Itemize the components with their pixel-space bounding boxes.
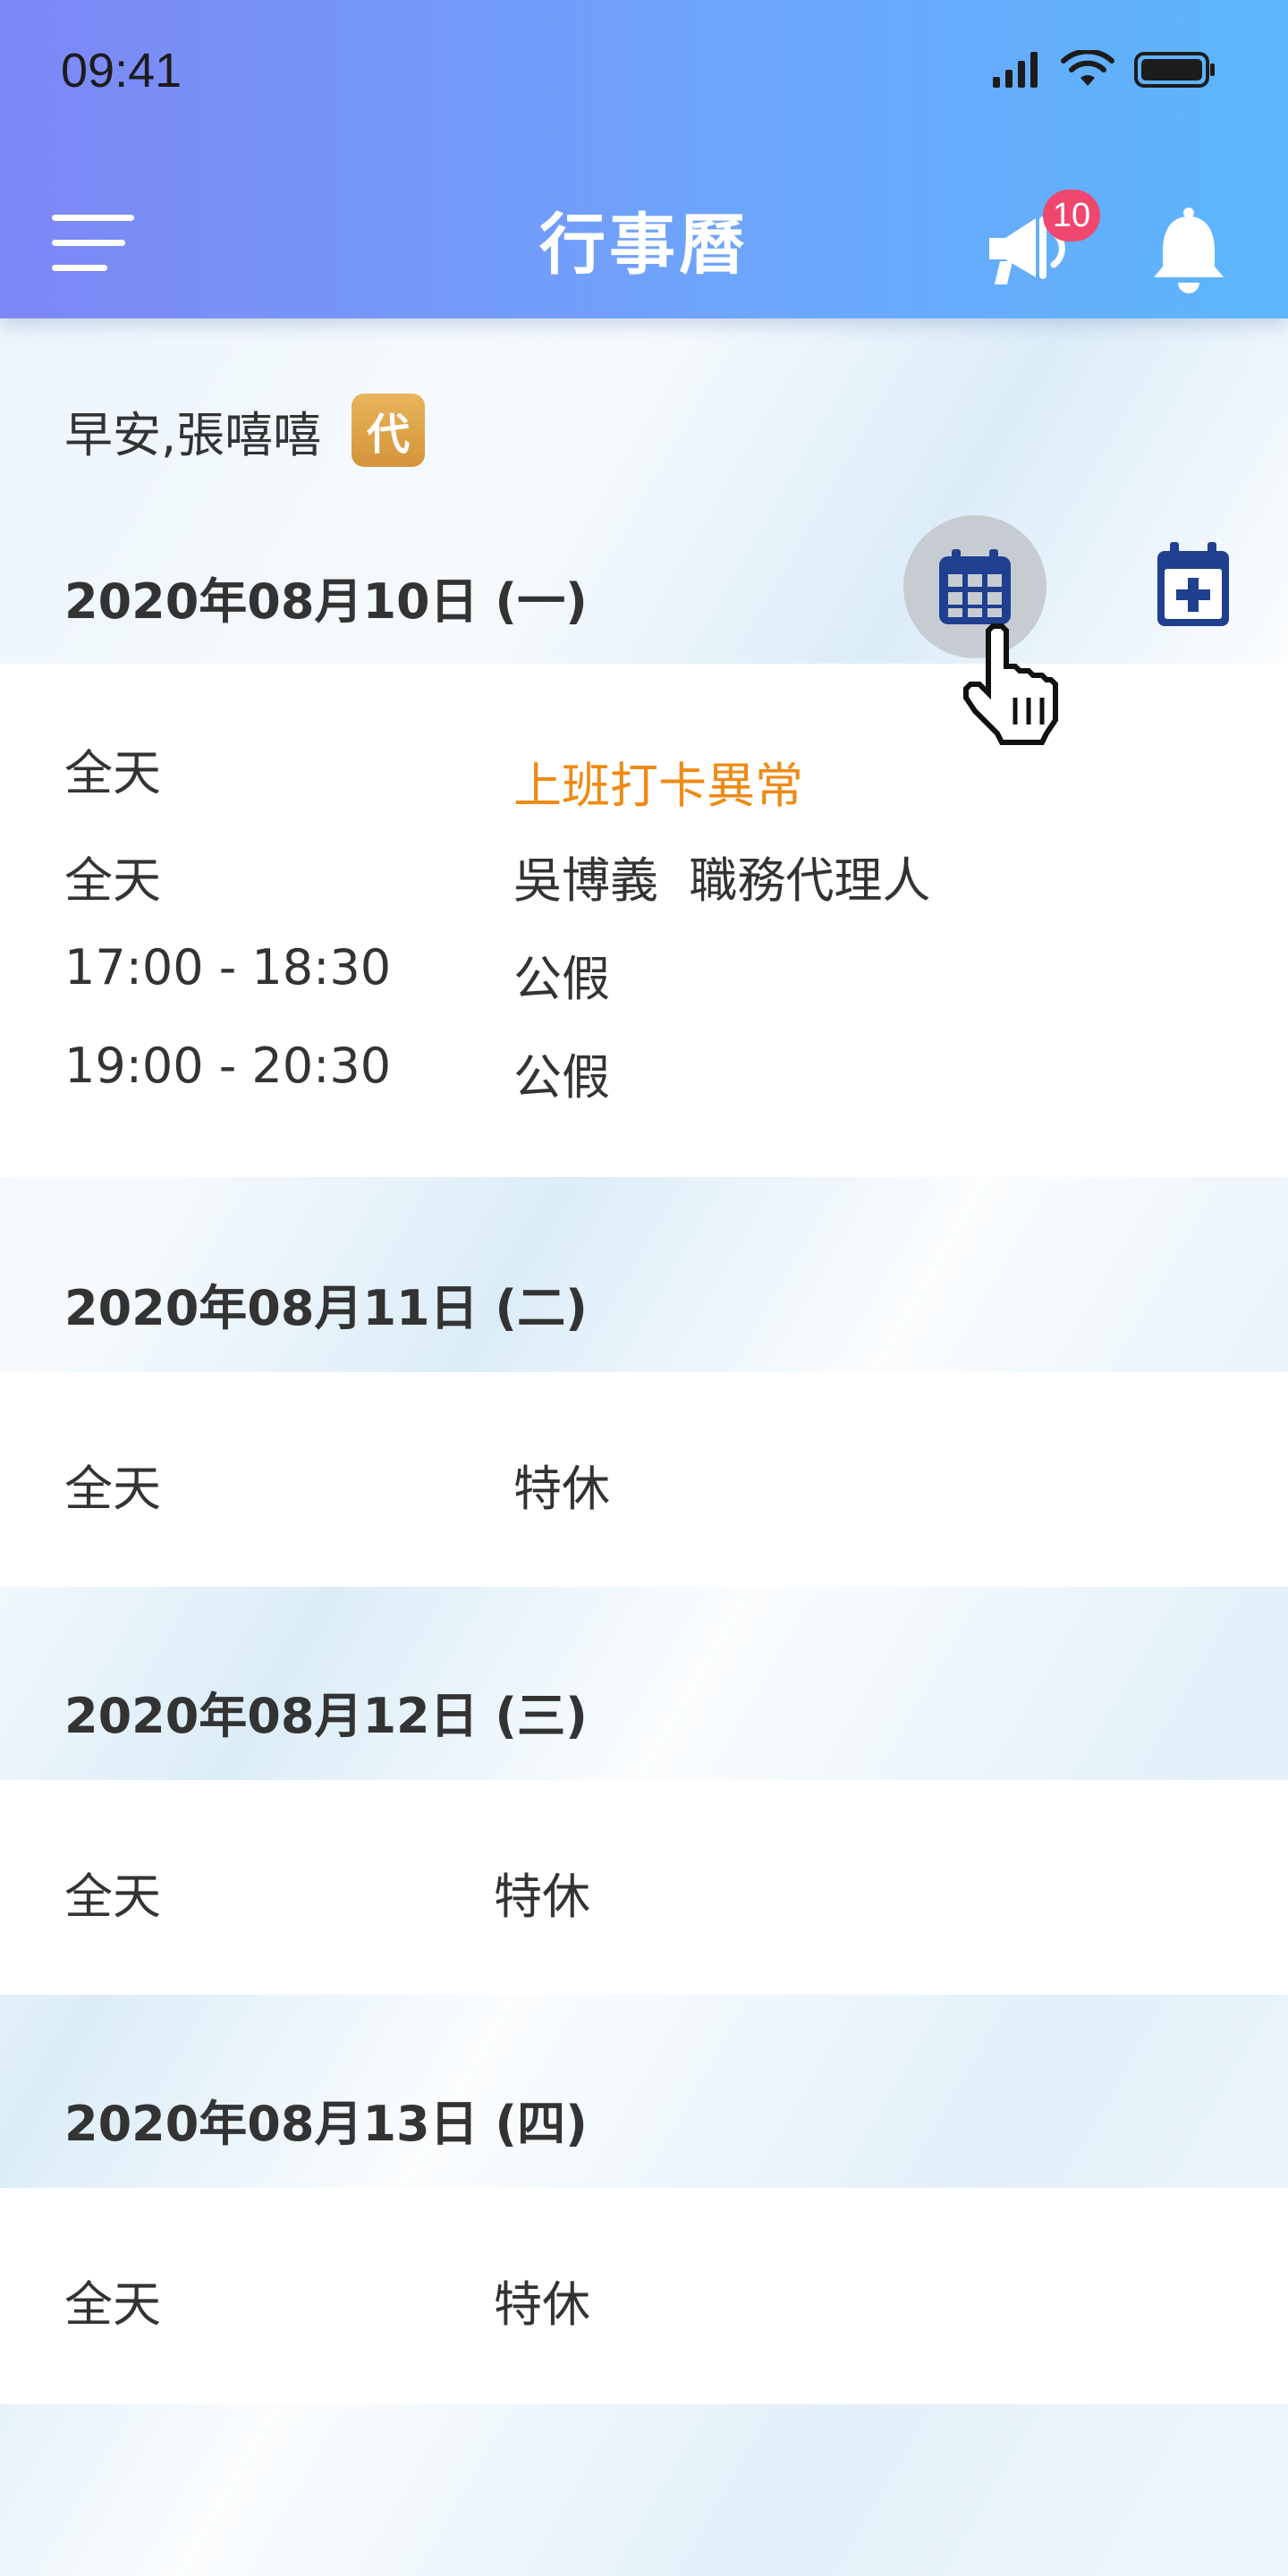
status-time: 09:41 — [61, 44, 182, 97]
day-heading: 2020年08月12日 (三) — [64, 1688, 588, 1744]
battery-icon — [1134, 52, 1215, 88]
event-desc: 特休 — [494, 2276, 590, 2333]
app-header: 09:41 行事曆 10 — [0, 0, 1288, 318]
event-desc: 吳博義 職務代理人 — [513, 852, 931, 909]
notifications-button[interactable] — [1152, 206, 1225, 295]
day-events-card: 全天 特休 — [0, 1372, 1288, 1587]
event-desc: 特休 — [494, 1868, 590, 1925]
event-desc: 公假 — [513, 1049, 610, 1106]
event-time: 全天 — [64, 2276, 161, 2333]
greeting-text: 早安,張嘻嘻 — [64, 406, 322, 463]
day-heading: 2020年08月13日 (四) — [64, 2096, 588, 2152]
day-events-card: 全天 特休 — [0, 1780, 1288, 1995]
wifi-icon — [1061, 50, 1114, 86]
event-time: 19:00 - 20:30 — [64, 1038, 392, 1094]
day-events-card: 全天 特休 — [0, 2188, 1288, 2404]
event-time: 17:00 - 18:30 — [64, 939, 392, 996]
day-events-card: 全天 上班打卡異常 全天 吳博義 職務代理人 17:00 - 18:30 公假 … — [0, 664, 1288, 1177]
event-time: 全天 — [64, 852, 161, 909]
add-event-button[interactable] — [1156, 542, 1231, 628]
day-heading: 2020年08月10日 (一) — [64, 573, 588, 630]
day-heading: 2020年08月11日 (二) — [64, 1280, 588, 1336]
calendar-add-icon — [1157, 542, 1229, 626]
signal-icon — [993, 52, 1038, 88]
proxy-badge: 代 — [352, 394, 426, 467]
notification-count-badge: 10 — [1043, 190, 1100, 242]
event-desc: 上班打卡異常 — [513, 758, 803, 814]
bell-icon — [1154, 208, 1224, 293]
hand-pointer-icon — [963, 623, 1058, 745]
greeting: 早安,張嘻嘻 代 — [64, 394, 426, 467]
event-desc: 特休 — [513, 1461, 610, 1517]
event-time: 全天 — [64, 745, 161, 801]
event-time: 全天 — [64, 1461, 161, 1517]
calendar-grid-icon — [939, 549, 1011, 624]
event-time: 全天 — [64, 1868, 161, 1925]
event-desc: 公假 — [513, 951, 610, 1007]
status-icons — [991, 50, 1216, 89]
